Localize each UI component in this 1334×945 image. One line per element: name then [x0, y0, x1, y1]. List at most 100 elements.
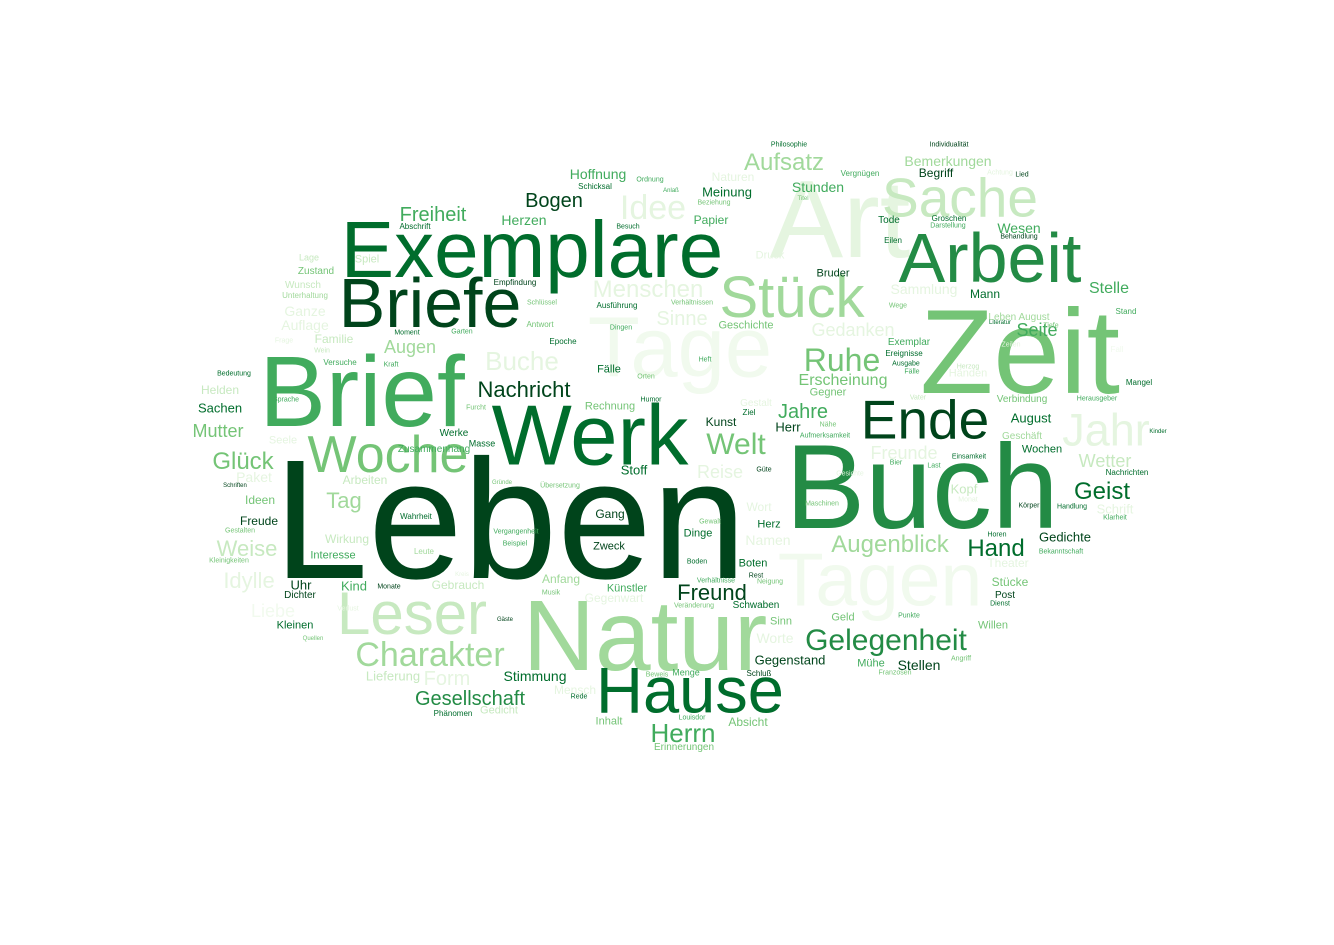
word-26: Menschen: [592, 276, 704, 303]
word-25: Welt: [706, 428, 766, 461]
word-200: Gedicht: [480, 704, 518, 717]
word-45: Reise: [696, 462, 744, 482]
word-163: Ausführung: [596, 301, 638, 310]
word-70: Arbeiten: [342, 473, 388, 487]
word-158: Abschrift: [399, 222, 431, 231]
word-110: Mann: [969, 287, 1001, 301]
word-219: Fälle: [904, 368, 920, 376]
word-168: Garten: [451, 328, 473, 336]
word-54: Herzen: [501, 212, 547, 228]
word-79: Lieferung: [365, 668, 421, 684]
word-179: Handlung: [1057, 503, 1087, 511]
word-186: Punkte: [898, 612, 920, 620]
word-221: Last: [927, 462, 941, 470]
word-139: Gestalten: [225, 527, 255, 535]
word-88: Stoff: [620, 462, 648, 478]
word-203: Individualität: [929, 141, 969, 149]
word-152: Masse: [468, 438, 496, 449]
word-195: Veränderung: [673, 602, 715, 610]
word-122: Geschichte: [718, 319, 774, 332]
word-128: Zustand: [297, 266, 335, 277]
word-73: Freude: [239, 514, 279, 528]
word-119: Seele: [268, 434, 298, 447]
word-89: Kunst: [705, 415, 737, 429]
word-36: Tag: [326, 488, 362, 513]
word-217: Ereignisse: [885, 349, 923, 358]
word-213: Wege: [888, 302, 908, 310]
word-93: Zweck: [593, 540, 625, 553]
word-132: Unterhaltung: [282, 291, 328, 300]
word-142: Verlust: [337, 605, 359, 613]
word-172: Heft: [698, 356, 712, 364]
word-214: Literatur: [988, 320, 1012, 326]
word-64: Sachen: [197, 400, 243, 416]
word-87: Erinnerungen: [653, 742, 715, 753]
word-111: Sammlung: [890, 281, 958, 297]
word-68: Familie: [314, 332, 354, 346]
word-201: Rede: [570, 693, 588, 701]
word-215: Tiefe: [1043, 322, 1059, 330]
word-207: Titel: [797, 196, 809, 202]
word-48: Augen: [383, 337, 437, 357]
word-159: Besuch: [616, 223, 640, 231]
word-223: Monat: [958, 496, 978, 504]
word-184: Dienst: [990, 600, 1010, 608]
word-102: Post: [994, 590, 1016, 601]
word-51: Hoffnung: [569, 166, 627, 182]
word-109: Schwaben: [732, 600, 780, 611]
word-194: Verhältnisse: [696, 577, 736, 585]
word-115: Wochen: [1021, 443, 1063, 456]
word-211: Behandlung: [1000, 233, 1038, 241]
word-75: Kind: [340, 578, 368, 594]
word-225: Mangel: [1125, 378, 1153, 387]
word-153: Furcht: [466, 404, 486, 412]
word-85: Inhalt: [595, 715, 623, 728]
word-114: August: [1010, 410, 1052, 426]
word-117: Begriff: [918, 166, 954, 180]
word-20: Gelegenheit: [805, 624, 967, 657]
word-92: Gang: [595, 507, 625, 521]
word-95: Herz: [757, 518, 781, 531]
word-18: Charakter: [355, 636, 505, 674]
word-104: Mühe: [857, 657, 885, 670]
word-94: Dinge: [683, 527, 713, 540]
word-58: Stimmung: [503, 668, 567, 684]
word-99: Gedichte: [1038, 529, 1092, 545]
word-190: Louisdor: [678, 714, 706, 722]
word-86: Absicht: [728, 715, 768, 729]
word-47: Mutter: [192, 421, 244, 441]
word-206: Achtung: [987, 169, 1013, 177]
word-227: Kinder: [1149, 429, 1167, 435]
word-162: Antwort: [526, 320, 554, 329]
word-80: Gebrauch: [431, 578, 485, 592]
word-228: Stand: [1115, 307, 1137, 316]
word-176: Güte: [756, 466, 772, 474]
word-182: Horen: [987, 531, 1007, 539]
word-229: Vater: [909, 394, 927, 402]
word-83: Gegenwart: [584, 591, 644, 605]
word-183: Bekanntschaft: [1038, 548, 1084, 556]
word-136: Bedeutung: [217, 370, 251, 378]
word-129: Lage: [298, 252, 320, 263]
word-156: Anlaß: [663, 188, 679, 194]
word-107: Sinn: [769, 615, 793, 628]
word-218: Ausgabe: [892, 360, 920, 368]
word-53: Stelle: [1088, 280, 1130, 297]
word-151: Gründe: [491, 480, 513, 486]
word-173: Ziel: [742, 408, 756, 417]
word-167: Moment: [394, 329, 420, 337]
word-205: Lied: [1015, 171, 1029, 179]
word-23: Augenblick: [831, 531, 949, 558]
word-199: Phänomen: [433, 709, 473, 718]
word-204: Vergnügen: [840, 169, 880, 178]
word-106: Worte: [756, 630, 794, 646]
word-143: Monate: [377, 583, 401, 591]
word-170: Humor: [640, 396, 662, 404]
word-65: Helden: [200, 383, 240, 397]
word-233: Fall: [1110, 345, 1124, 354]
word-146: Leute: [413, 547, 435, 556]
word-43: Gedanken: [811, 320, 895, 340]
word-60: Papier: [693, 213, 729, 227]
word-157: Beziehung: [697, 199, 731, 207]
word-19: Jahr: [1062, 404, 1150, 456]
